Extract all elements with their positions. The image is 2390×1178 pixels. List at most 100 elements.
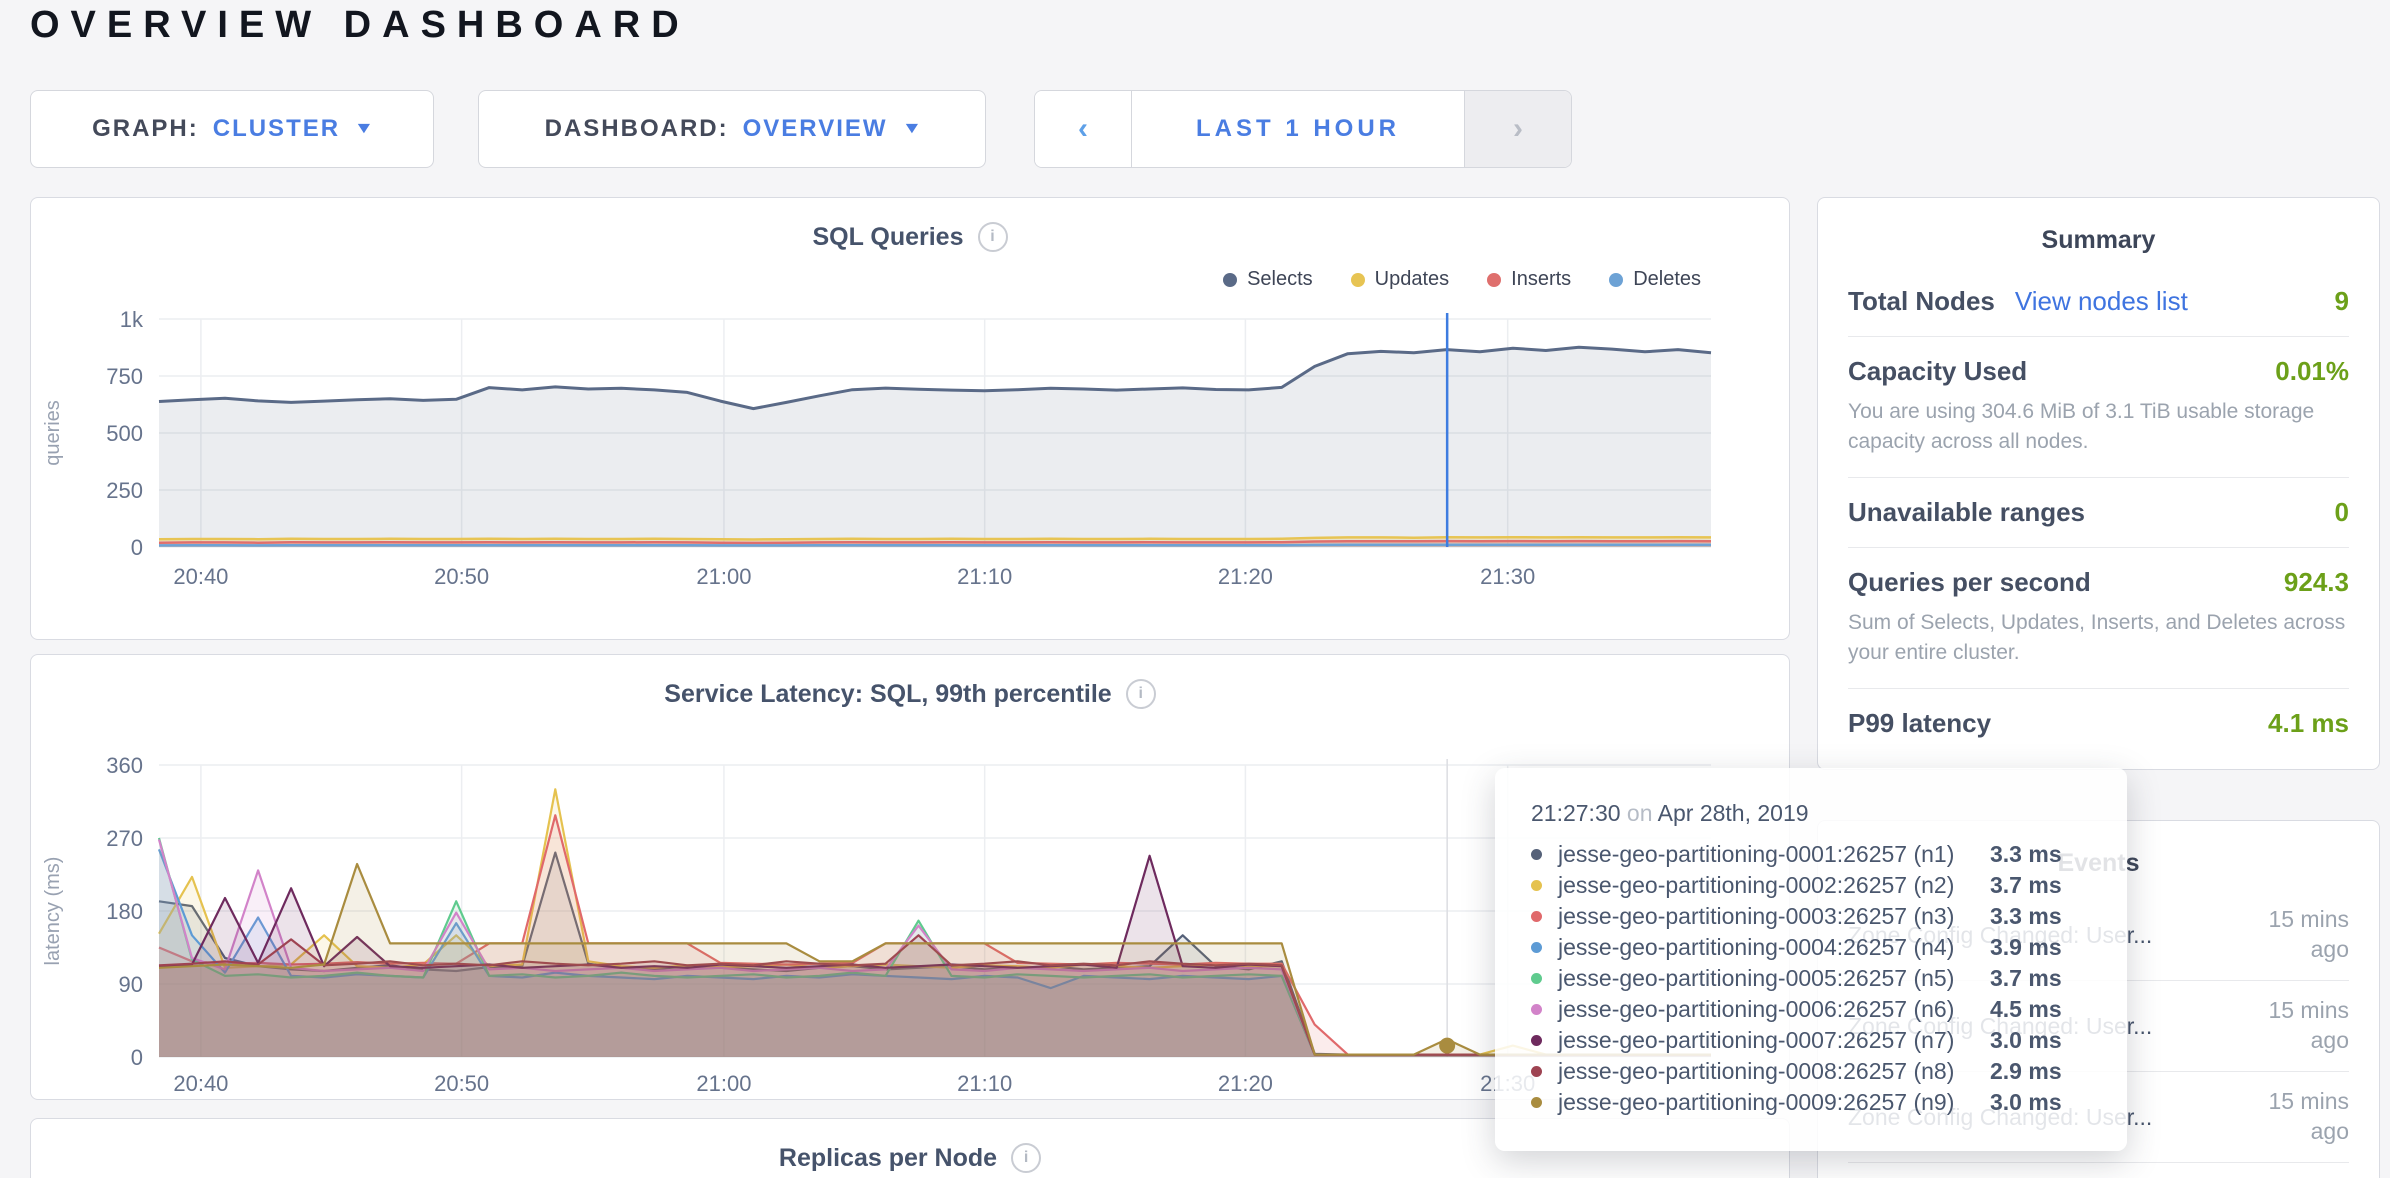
- graph-dropdown-label: GRAPH:: [92, 115, 199, 143]
- svg-text:20:40: 20:40: [173, 1071, 228, 1096]
- graph-dropdown[interactable]: GRAPH: CLUSTER ▼: [30, 90, 434, 168]
- dashboard-dropdown-value: OVERVIEW: [743, 115, 888, 143]
- series-dot-icon: [1531, 1066, 1542, 1077]
- tooltip-node-value: 3.3 ms: [1990, 841, 2062, 868]
- summary-value: 0: [2335, 497, 2349, 528]
- summary-row-main: Unavailable ranges 0: [1848, 497, 2349, 528]
- tooltip-node-value: 3.0 ms: [1990, 1027, 2062, 1054]
- svg-text:21:10: 21:10: [957, 1071, 1012, 1096]
- tooltip-row: jesse-geo-partitioning-0008:26257 (n8)2.…: [1531, 1056, 2093, 1087]
- svg-text:750: 750: [106, 364, 143, 389]
- time-window-prev-button[interactable]: ‹: [1035, 91, 1131, 167]
- tooltip-time: 21:27:30: [1531, 800, 1621, 826]
- chart-title: SQL Queries: [813, 223, 964, 252]
- tooltip-node-name: jesse-geo-partitioning-0006:26257 (n6): [1558, 996, 1990, 1023]
- svg-text:90: 90: [119, 972, 143, 997]
- svg-text:180: 180: [106, 899, 143, 924]
- tooltip-row: jesse-geo-partitioning-0007:26257 (n7)3.…: [1531, 1025, 2093, 1056]
- summary-row-main: Total NodesView nodes list9: [1848, 286, 2349, 317]
- summary-panel: Summary Total NodesView nodes list9Capac…: [1817, 197, 2380, 770]
- summary-label: P99 latency: [1848, 708, 1991, 739]
- dashboard-dropdown[interactable]: DASHBOARD: OVERVIEW ▼: [478, 90, 986, 168]
- svg-text:270: 270: [106, 826, 143, 851]
- legend-label: Inserts: [1511, 268, 1571, 291]
- svg-text:250: 250: [106, 478, 143, 503]
- tooltip-node-name: jesse-geo-partitioning-0009:26257 (n9): [1558, 1089, 1990, 1116]
- tooltip-node-name: jesse-geo-partitioning-0005:26257 (n5): [1558, 965, 1990, 992]
- chevron-down-icon: ▼: [354, 120, 375, 138]
- tooltip-row: jesse-geo-partitioning-0009:26257 (n9)3.…: [1531, 1087, 2093, 1118]
- tooltip-node-value: 4.5 ms: [1990, 996, 2062, 1023]
- chevron-right-icon: ›: [1513, 112, 1523, 146]
- dashboard-dropdown-label: DASHBOARD:: [545, 115, 729, 143]
- summary-row: P99 latency4.1 ms: [1848, 689, 2349, 758]
- series-dot-icon: [1531, 973, 1542, 984]
- sql-queries-chart[interactable]: 20:4020:5021:0021:1021:2021:300250500750…: [31, 198, 1789, 639]
- tooltip-row: jesse-geo-partitioning-0002:26257 (n2)3.…: [1531, 870, 2093, 901]
- summary-row-main: Queries per second 924.3: [1848, 567, 2349, 598]
- tooltip-on: on: [1627, 800, 1653, 826]
- chart-title: Replicas per Node: [779, 1144, 997, 1173]
- service-latency-title-row: Service Latency: SQL, 99th percentile i: [31, 679, 1789, 709]
- series-dot-icon: [1531, 849, 1542, 860]
- legend-item[interactable]: Inserts: [1487, 268, 1571, 291]
- chevron-left-icon: ‹: [1078, 112, 1088, 146]
- time-window-range[interactable]: LAST 1 HOUR: [1131, 91, 1465, 167]
- svg-text:20:50: 20:50: [434, 1071, 489, 1096]
- svg-text:21:00: 21:00: [696, 1071, 751, 1096]
- summary-label: Total Nodes: [1848, 286, 1995, 317]
- summary-label: Unavailable ranges: [1848, 497, 2085, 528]
- page-title: OVERVIEW DASHBOARD: [30, 4, 690, 47]
- tooltip-row: jesse-geo-partitioning-0001:26257 (n1)3.…: [1531, 839, 2093, 870]
- tooltip-node-value: 3.7 ms: [1990, 872, 2062, 899]
- summary-row: Queries per second 924.3 Sum of Selects, U…: [1848, 548, 2349, 689]
- svg-text:500: 500: [106, 421, 143, 446]
- sql-queries-title-row: SQL Queries i: [31, 222, 1789, 252]
- svg-text:0: 0: [131, 535, 143, 560]
- overview-dashboard-page: OVERVIEW DASHBOARD GRAPH: CLUSTER ▼ DASH…: [0, 0, 2390, 1178]
- chart-hover-tooltip: 21:27:30 on Apr 28th, 2019 jesse-geo-par…: [1495, 768, 2127, 1151]
- tooltip-row: jesse-geo-partitioning-0003:26257 (n3)3.…: [1531, 901, 2093, 932]
- info-icon[interactable]: i: [978, 222, 1008, 252]
- legend-item[interactable]: Deletes: [1609, 268, 1701, 291]
- tooltip-node-value: 3.7 ms: [1990, 965, 2062, 992]
- summary-value: 0.01%: [2275, 356, 2349, 387]
- view-nodes-list-link[interactable]: View nodes list: [2015, 286, 2188, 317]
- info-icon[interactable]: i: [1126, 679, 1156, 709]
- svg-text:21:00: 21:00: [696, 564, 751, 589]
- event-time: 15 mins ago: [2231, 905, 2349, 965]
- tooltip-row: jesse-geo-partitioning-0004:26257 (n4)3.…: [1531, 932, 2093, 963]
- summary-row-main: P99 latency4.1 ms: [1848, 708, 2349, 739]
- svg-text:1k: 1k: [120, 307, 144, 332]
- graph-dropdown-value: CLUSTER: [213, 115, 340, 143]
- event-row[interactable]: Zone Config Changed: User...15 mins ago: [1848, 1163, 2349, 1178]
- legend-dot-icon: [1609, 273, 1623, 287]
- series-dot-icon: [1531, 1035, 1542, 1046]
- svg-text:20:50: 20:50: [434, 564, 489, 589]
- svg-text:21:30: 21:30: [1480, 564, 1535, 589]
- tooltip-node-value: 3.3 ms: [1990, 903, 2062, 930]
- chart-legend: Selects Updates Inserts Deletes: [1223, 268, 1701, 291]
- legend-label: Deletes: [1633, 268, 1701, 291]
- tooltip-node-value: 3.9 ms: [1990, 934, 2062, 961]
- series-dot-icon: [1531, 1004, 1542, 1015]
- controls-bar: GRAPH: CLUSTER ▼ DASHBOARD: OVERVIEW ▼ ‹…: [30, 90, 1572, 168]
- tooltip-row: jesse-geo-partitioning-0005:26257 (n5)3.…: [1531, 963, 2093, 994]
- summary-row: Unavailable ranges 0: [1848, 478, 2349, 548]
- svg-text:21:10: 21:10: [957, 564, 1012, 589]
- summary-row: Capacity Used 0.01% You are using 304.6 Mi…: [1848, 337, 2349, 478]
- summary-label: Capacity Used: [1848, 356, 2027, 387]
- summary-subtext: You are using 304.6 MiB of 3.1 TiB usabl…: [1848, 397, 2349, 458]
- legend-item[interactable]: Updates: [1351, 268, 1450, 291]
- summary-subtext: Sum of Selects, Updates, Inserts, and De…: [1848, 608, 2349, 669]
- series-dot-icon: [1531, 1097, 1542, 1108]
- legend-dot-icon: [1487, 273, 1501, 287]
- tooltip-rows: jesse-geo-partitioning-0001:26257 (n1)3.…: [1531, 839, 2093, 1118]
- summary-value: 924.3: [2284, 567, 2349, 598]
- time-window-next-button[interactable]: ›: [1465, 91, 1571, 167]
- event-time: 15 mins ago: [2231, 1087, 2349, 1147]
- info-icon[interactable]: i: [1011, 1143, 1041, 1173]
- legend-item[interactable]: Selects: [1223, 268, 1313, 291]
- tooltip-node-name: jesse-geo-partitioning-0002:26257 (n2): [1558, 872, 1990, 899]
- summary-label: Queries per second: [1848, 567, 2091, 598]
